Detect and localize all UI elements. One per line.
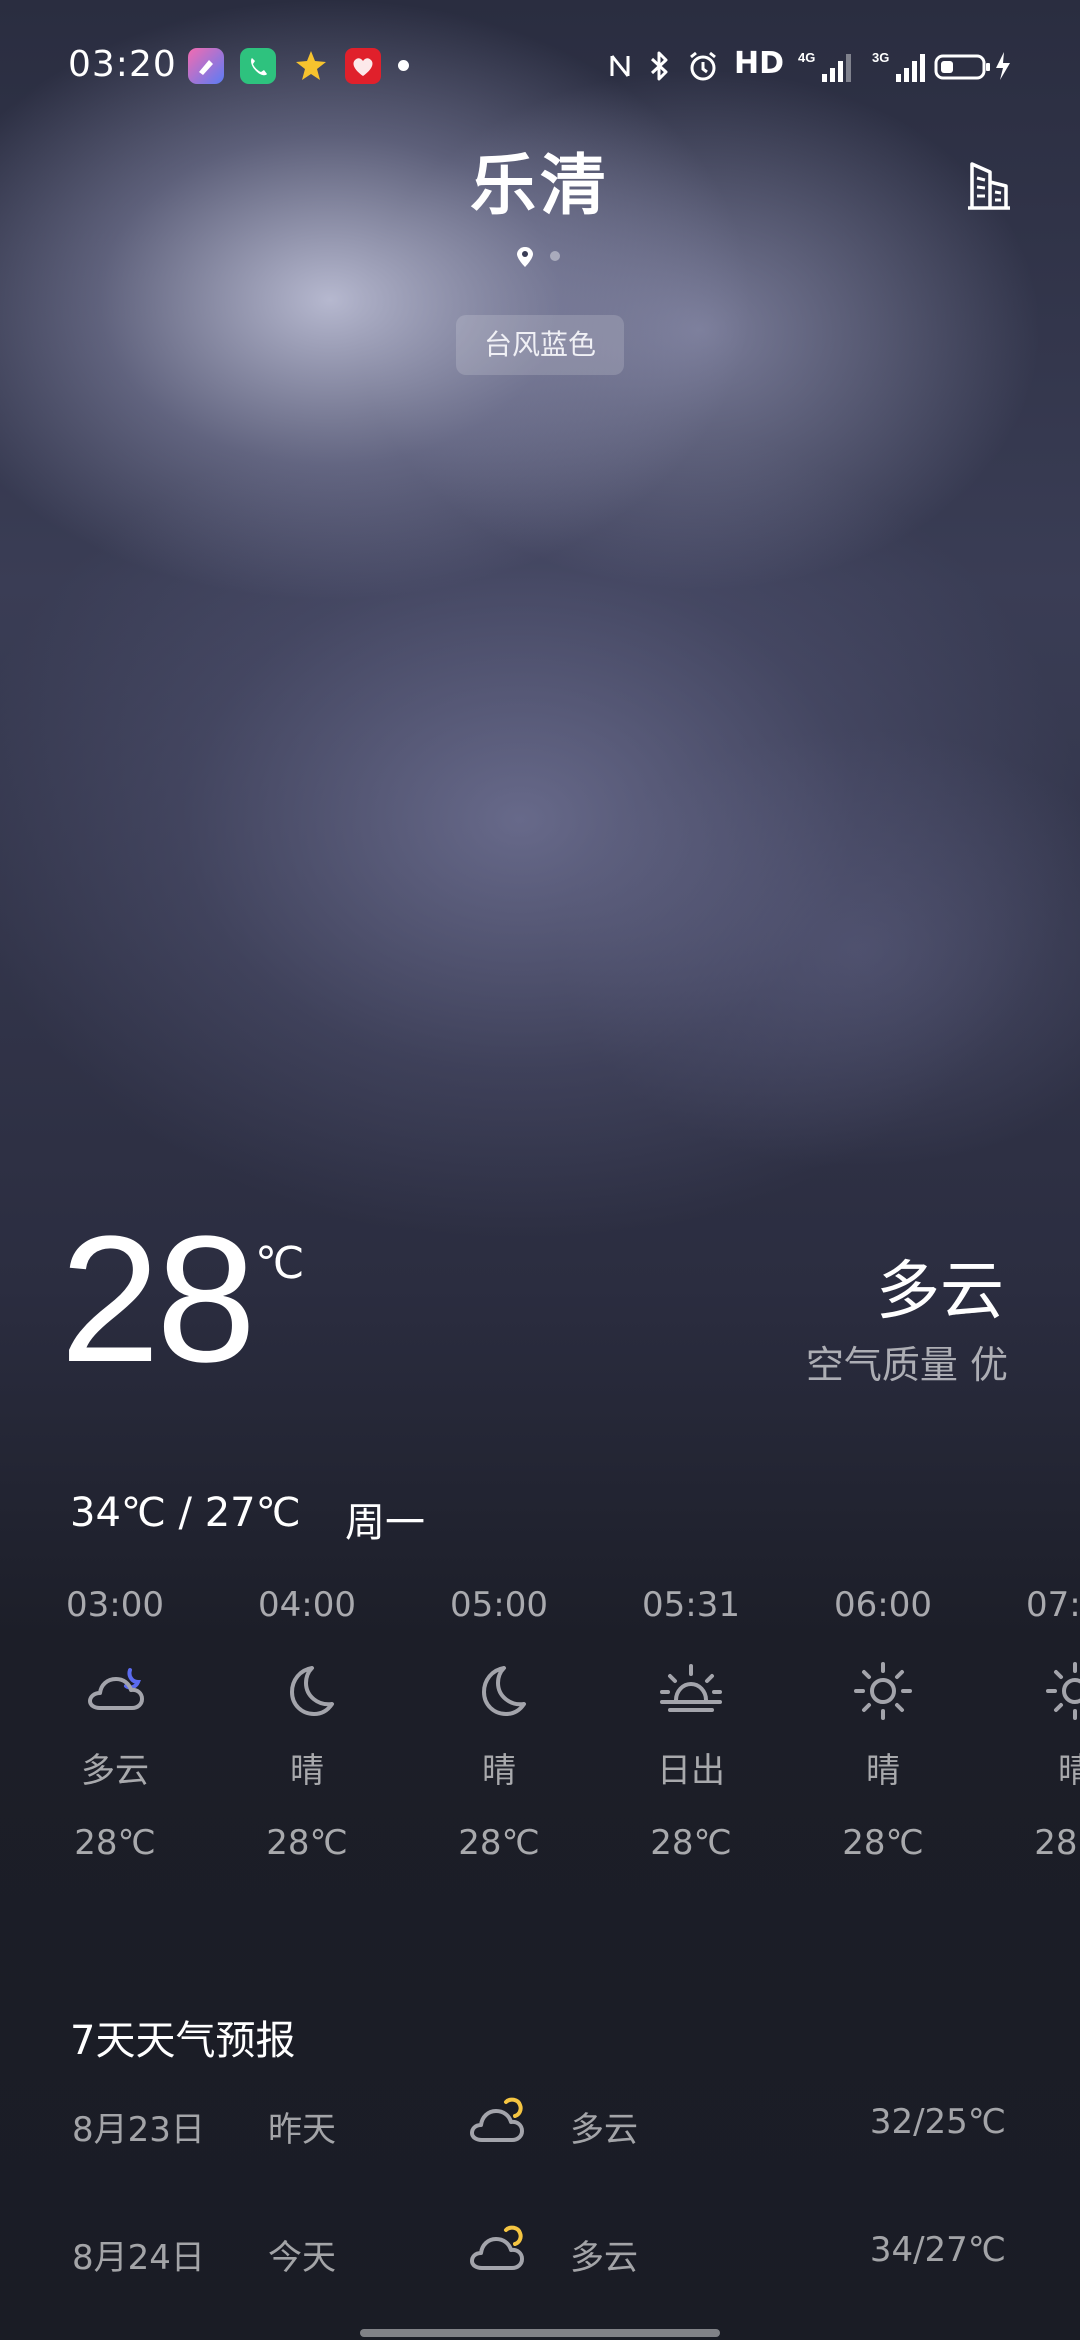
forecast-date: 8月23日	[72, 2110, 205, 2150]
forecast-row[interactable]: 8月23日 昨天 多云 32/25℃	[0, 2080, 1080, 2180]
forecast-row[interactable]: 8月24日 今天 多云 34/27℃	[0, 2208, 1080, 2308]
cloudy-night-icon	[80, 1656, 150, 1726]
alarm-icon	[686, 48, 720, 84]
air-quality[interactable]: 空气质量 优	[806, 1334, 1008, 1389]
forecast-day: 今天	[268, 2238, 336, 2278]
hour-temperature: 28℃	[458, 1823, 540, 1863]
current-condition: 多云	[876, 1255, 1004, 1329]
forecast-day: 昨天	[268, 2110, 336, 2150]
hourly-item: 04:00 晴 28℃	[232, 1580, 382, 1868]
forecast-title: 7天天气预报	[70, 2018, 296, 2064]
hour-time: 06:00	[834, 1585, 932, 1625]
hd-indicator: HD	[734, 46, 785, 81]
hourly-item: 05:00 晴 28℃	[424, 1580, 574, 1868]
more-notifications-dot	[398, 60, 409, 71]
hour-time: 05:00	[450, 1585, 548, 1625]
forecast-temperature: 34/27℃	[869, 2230, 1006, 2270]
weather-screen: 03:20 HD 4G 3G 乐清 台风蓝色 28 ℃ 多云 空气质量 优 34…	[0, 0, 1080, 2340]
hourly-item: 03:00 多云 28℃	[40, 1580, 190, 1868]
weekday: 周一	[345, 1500, 425, 1546]
notification-app-icon	[188, 48, 224, 84]
temperature-unit: ℃	[255, 1238, 305, 1289]
forecast-condition: 多云	[570, 2238, 638, 2278]
hourly-forecast[interactable]: 03:00 多云 28℃ 04:00 晴 28℃ 05:00 晴 28℃ 05:…	[0, 1580, 1080, 1880]
hour-condition: 日出	[657, 1751, 725, 1791]
forecast-temperature: 32/25℃	[869, 2102, 1006, 2142]
status-bar: 03:20 HD 4G 3G	[0, 0, 1080, 130]
hour-condition: 多云	[81, 1751, 149, 1791]
hour-condition: 晴	[290, 1751, 324, 1791]
hour-time: 03:00	[66, 1585, 164, 1625]
sunrise-icon	[656, 1656, 726, 1726]
hourly-item: 07:00 晴 28℃	[1000, 1580, 1080, 1868]
home-indicator[interactable]	[360, 2329, 720, 2337]
partly-cloudy-icon	[466, 2088, 530, 2152]
hour-temperature: 28℃	[74, 1823, 156, 1863]
svg-text:4G: 4G	[798, 50, 815, 65]
hourly-item: 06:00 晴 28℃	[808, 1580, 958, 1868]
forecast-condition: 多云	[570, 2110, 638, 2150]
bluetooth-icon	[647, 48, 671, 84]
typhoon-warning-badge[interactable]: 台风蓝色	[456, 315, 624, 375]
forecast-date: 8月24日	[72, 2238, 205, 2278]
city-management-icon[interactable]	[964, 158, 1014, 212]
nfc-icon	[606, 48, 634, 84]
partly-cloudy-icon	[466, 2216, 530, 2280]
phone-app-icon	[240, 48, 276, 84]
signal-4g-icon: 4G	[798, 48, 854, 84]
hour-condition: 晴	[1058, 1751, 1080, 1791]
heart-app-icon	[345, 48, 381, 84]
hour-time: 04:00	[258, 1585, 356, 1625]
city-name[interactable]: 乐清	[0, 132, 1080, 228]
hour-time: 07:00	[1026, 1585, 1080, 1625]
hour-temperature: 28℃	[842, 1823, 924, 1863]
signal-3g-icon: 3G	[872, 48, 928, 84]
battery-icon	[934, 48, 1014, 84]
current-temperature: 28	[60, 1199, 256, 1400]
moon-icon	[272, 1656, 342, 1726]
hourly-item: 05:31 日出 28℃	[616, 1580, 766, 1868]
star-app-icon	[293, 48, 329, 84]
hour-time: 05:31	[642, 1585, 740, 1625]
page-indicator	[515, 245, 575, 269]
moon-icon	[464, 1656, 534, 1726]
hour-condition: 晴	[866, 1751, 900, 1791]
hour-temperature: 28℃	[1034, 1823, 1080, 1863]
svg-text:3G: 3G	[872, 50, 889, 65]
sun-icon	[848, 1656, 918, 1726]
hour-condition: 晴	[482, 1751, 516, 1791]
sun-icon	[1040, 1656, 1080, 1726]
today-high-low: 34℃ / 27℃	[70, 1490, 301, 1536]
hour-temperature: 28℃	[650, 1823, 732, 1863]
status-time: 03:20	[68, 44, 177, 85]
hour-temperature: 28℃	[266, 1823, 348, 1863]
